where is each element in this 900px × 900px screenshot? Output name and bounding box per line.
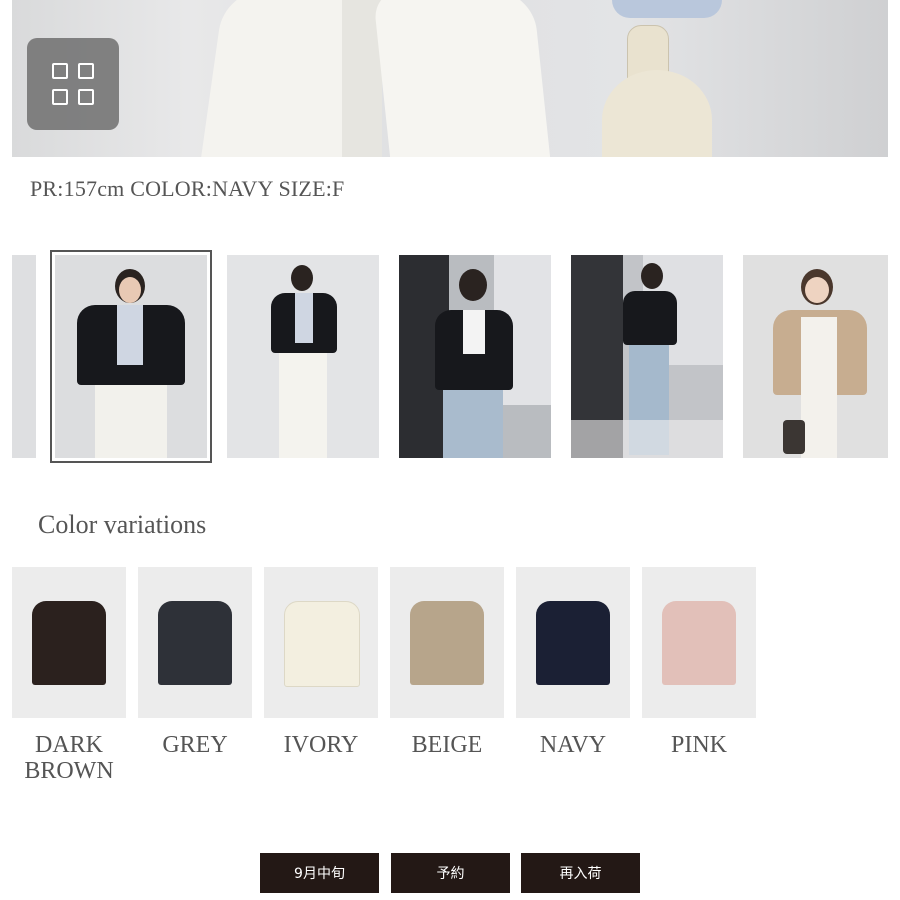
swatch-image [138, 567, 252, 718]
thumb-5[interactable] [743, 255, 888, 458]
swatch-image [516, 567, 630, 718]
swatch-navy[interactable]: NAVY [516, 567, 630, 758]
mid-september-button[interactable]: 9月中旬 [260, 853, 379, 893]
swatch-label: GREY [162, 732, 228, 758]
color-variations-title: Color variations [38, 510, 207, 539]
swatch-image [390, 567, 504, 718]
swatch-dark-brown[interactable]: DARK BROWN [12, 567, 126, 784]
jacket-ivory [284, 601, 360, 687]
jacket-beige [410, 601, 484, 685]
model-info: PR:157cm COLOR:NAVY SIZE:F [30, 176, 345, 201]
bag [602, 70, 712, 157]
thumb-partial[interactable] [12, 255, 36, 458]
pants-right [372, 0, 552, 157]
swatch-label: BEIGE [411, 732, 483, 758]
swatch-grey[interactable]: GREY [138, 567, 252, 758]
swatch-label: IVORY [283, 732, 359, 758]
shirt-hem [612, 0, 722, 18]
restock-button[interactable]: 再入荷 [521, 853, 640, 893]
swatch-label: PINK [670, 732, 727, 758]
jacket-grey [158, 601, 232, 685]
grid-view-button[interactable] [27, 38, 119, 130]
thumb-1[interactable] [50, 250, 212, 463]
swatch-image [12, 567, 126, 718]
swatch-beige[interactable]: BEIGE [390, 567, 504, 758]
thumb-2[interactable] [227, 255, 379, 458]
swatch-image [264, 567, 378, 718]
jacket-pink [662, 601, 736, 685]
thumb-3[interactable] [399, 255, 551, 458]
swatch-label: NAVY [539, 732, 607, 758]
swatch-ivory[interactable]: IVORY [264, 567, 378, 758]
jacket-dark-brown [32, 601, 106, 685]
swatch-label: DARK BROWN [24, 732, 114, 784]
swatch-pink[interactable]: PINK [642, 567, 756, 758]
reserve-button[interactable]: 予約 [391, 853, 510, 893]
hero-image [12, 0, 888, 157]
swatch-image [642, 567, 756, 718]
jacket-navy [536, 601, 610, 685]
thumb-4[interactable] [571, 255, 723, 458]
